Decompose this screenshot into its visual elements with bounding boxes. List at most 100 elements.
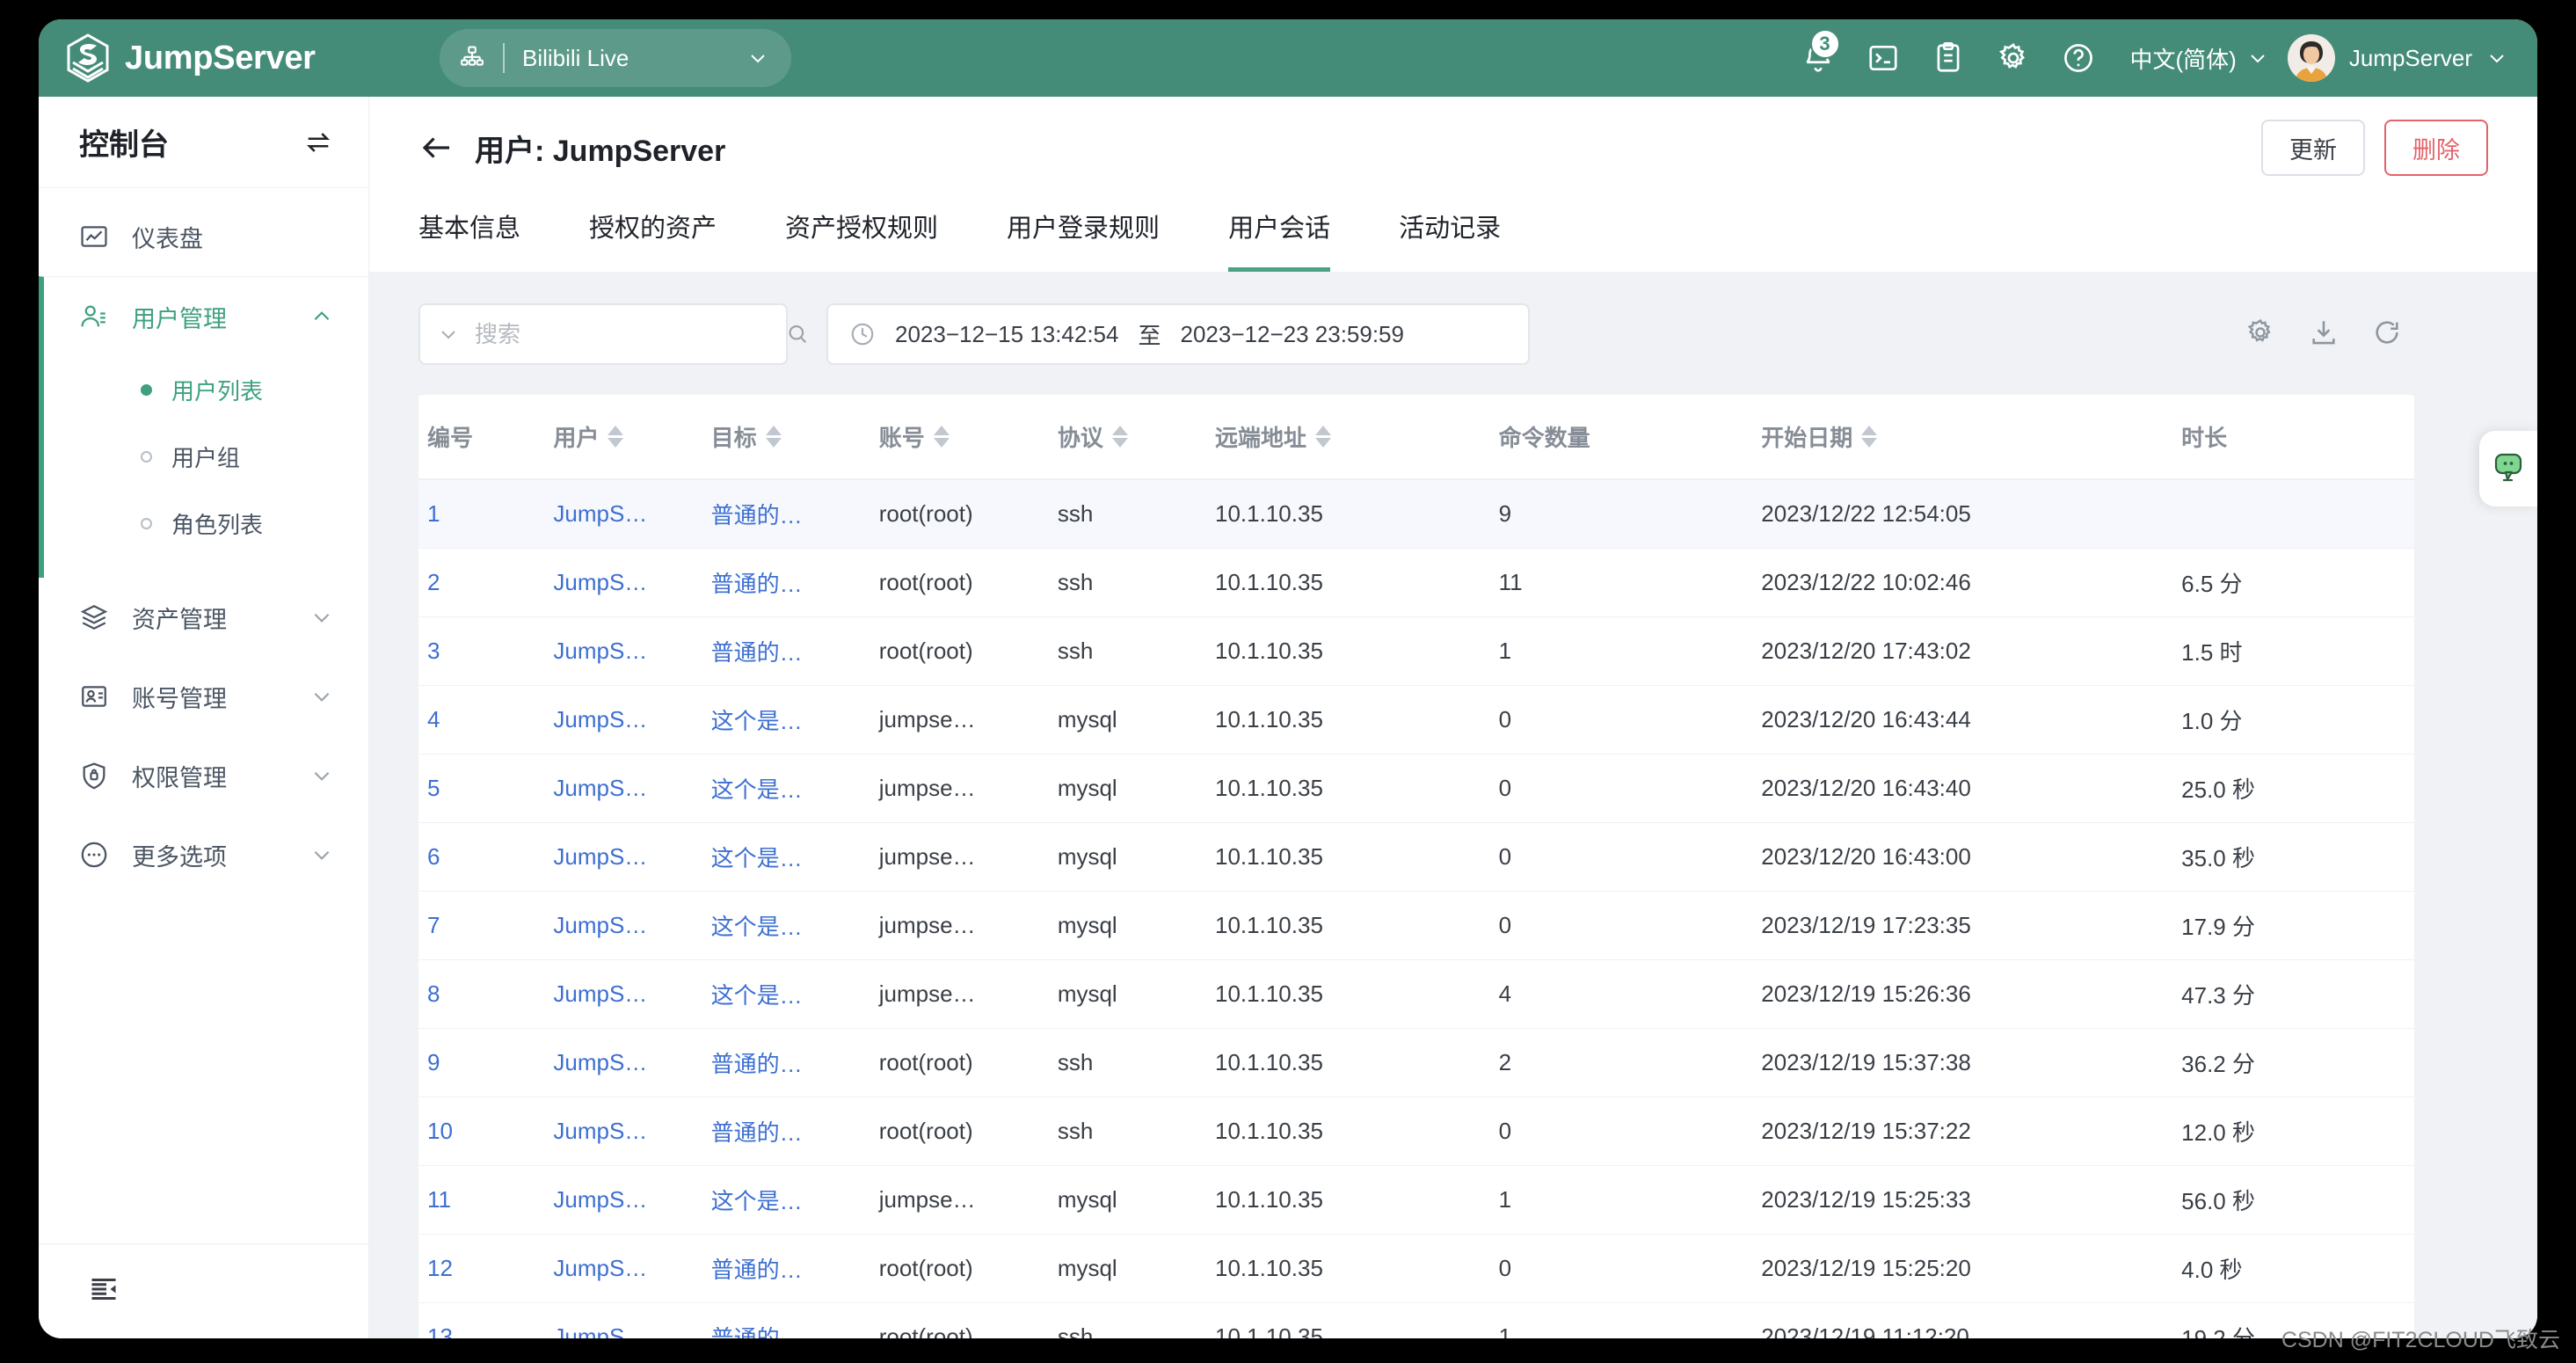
- search-input[interactable]: [475, 320, 769, 348]
- sort-icon[interactable]: [765, 426, 782, 448]
- cell-id[interactable]: 11: [418, 1165, 545, 1235]
- cell-id[interactable]: 3: [418, 616, 545, 686]
- cell-target[interactable]: 这个是…: [702, 891, 870, 960]
- cell-id[interactable]: 10: [418, 1097, 545, 1166]
- tab-user-sessions[interactable]: 用户会话: [1228, 199, 1331, 272]
- cell-target[interactable]: 普通的…: [702, 548, 870, 617]
- sidebar-item-asset-management[interactable]: 资产管理: [39, 578, 368, 657]
- cell-target[interactable]: 普通的…: [702, 1234, 870, 1303]
- cell-id[interactable]: 8: [418, 959, 545, 1029]
- cell-user[interactable]: JumpS…: [544, 548, 702, 617]
- cell-user[interactable]: JumpS…: [544, 1234, 702, 1303]
- cell-id[interactable]: 13: [418, 1302, 545, 1338]
- sort-icon[interactable]: [1861, 426, 1878, 448]
- table-row[interactable]: 9 JumpS… 普通的… root(root) ssh 10.1.10.35 2 2023/…: [418, 1028, 2414, 1097]
- language-selector[interactable]: 中文(简体): [2130, 42, 2268, 75]
- date-range-end[interactable]: 2023−12−23 23:59:59: [1181, 321, 1404, 348]
- chat-widget[interactable]: [2479, 431, 2537, 507]
- sort-icon[interactable]: [1111, 426, 1128, 448]
- cell-user[interactable]: JumpS…: [544, 685, 702, 754]
- sidebar-item-dashboard[interactable]: 仪表盘: [39, 197, 368, 276]
- cell-user[interactable]: JumpS…: [544, 1165, 702, 1235]
- table-row[interactable]: 6 JumpS… 这个是… jumpse… mysql 10.1.10.35 0 2023/1…: [418, 822, 2414, 892]
- cell-user[interactable]: JumpS…: [544, 1097, 702, 1166]
- collapse-menu-icon[interactable]: [88, 1273, 120, 1309]
- update-button[interactable]: 更新: [2261, 120, 2365, 176]
- terminal-icon[interactable]: [1851, 26, 1916, 91]
- cell-target[interactable]: 这个是…: [702, 1165, 870, 1235]
- brand[interactable]: JumpServer: [65, 33, 417, 84]
- tab-basic-info[interactable]: 基本信息: [418, 199, 520, 272]
- column-header-commands[interactable]: 命令数量: [1489, 395, 1753, 480]
- sort-icon[interactable]: [933, 426, 950, 448]
- column-header-address[interactable]: 远端地址: [1206, 395, 1490, 480]
- cell-user[interactable]: JumpS…: [544, 891, 702, 960]
- sidebar-item-user-management[interactable]: 用户管理: [44, 277, 368, 356]
- table-row[interactable]: 13 JumpS… 普通的… root(root) ssh 10.1.10.35 1 2023…: [418, 1302, 2414, 1338]
- clipboard-icon[interactable]: [1916, 26, 1981, 91]
- column-header-start-date[interactable]: 开始日期: [1752, 395, 2173, 480]
- sidebar-item-account-management[interactable]: 账号管理: [39, 657, 368, 736]
- cell-id[interactable]: 5: [418, 754, 545, 823]
- back-arrow-icon[interactable]: [418, 129, 455, 166]
- tab-authorized-assets[interactable]: 授权的资产: [589, 199, 717, 272]
- cell-target[interactable]: 普通的…: [702, 1097, 870, 1166]
- column-header-protocol[interactable]: 协议: [1048, 395, 1207, 480]
- column-header-target[interactable]: 目标: [702, 395, 870, 480]
- chevron-down-icon[interactable]: [438, 324, 459, 345]
- cell-target[interactable]: 这个是…: [702, 685, 870, 754]
- swap-icon[interactable]: [303, 128, 333, 157]
- bell-icon[interactable]: 3: [1786, 26, 1851, 91]
- date-range-start[interactable]: 2023−12−15 13:42:54: [895, 321, 1118, 348]
- table-row[interactable]: 3 JumpS… 普通的… root(root) ssh 10.1.10.35 1 2023/…: [418, 616, 2414, 686]
- tab-user-login-rules[interactable]: 用户登录规则: [1007, 199, 1160, 272]
- tab-activity-log[interactable]: 活动记录: [1399, 199, 1501, 272]
- cell-target[interactable]: 这个是…: [702, 822, 870, 892]
- cell-user[interactable]: JumpS…: [544, 822, 702, 892]
- table-row[interactable]: 8 JumpS… 这个是… jumpse… mysql 10.1.10.35 4 2023/1…: [418, 959, 2414, 1029]
- cell-user[interactable]: JumpS…: [544, 616, 702, 686]
- column-header-account[interactable]: 账号: [870, 395, 1049, 480]
- sort-icon[interactable]: [1315, 426, 1332, 448]
- table-row[interactable]: 1 JumpS… 普通的… root(root) ssh 10.1.10.35 9 2023/…: [418, 479, 2414, 549]
- sidebar-item-more-options[interactable]: 更多选项: [39, 815, 368, 894]
- search-box[interactable]: [418, 303, 807, 365]
- cell-user[interactable]: JumpS…: [544, 959, 702, 1029]
- cell-user[interactable]: JumpS…: [544, 479, 702, 549]
- column-header-user[interactable]: 用户: [544, 395, 702, 480]
- cell-id[interactable]: 1: [418, 479, 545, 549]
- cell-id[interactable]: 6: [418, 822, 545, 892]
- table-row[interactable]: 7 JumpS… 这个是… jumpse… mysql 10.1.10.35 0 2023/1…: [418, 891, 2414, 960]
- cell-id[interactable]: 4: [418, 685, 545, 754]
- table-row[interactable]: 10 JumpS… 普通的… root(root) ssh 10.1.10.35 0 2023…: [418, 1097, 2414, 1166]
- cell-id[interactable]: 9: [418, 1028, 545, 1097]
- table-row[interactable]: 12 JumpS… 普通的… root(root) mysql 10.1.10.35 0 20…: [418, 1234, 2414, 1303]
- delete-button[interactable]: 删除: [2384, 120, 2488, 176]
- tab-asset-permission-rules[interactable]: 资产授权规则: [785, 199, 938, 272]
- search-icon[interactable]: [785, 322, 810, 346]
- sidebar-item-role-list[interactable]: 角色列表: [44, 490, 368, 557]
- date-range-picker[interactable]: 2023−12−15 13:42:54 至 2023−12−23 23:59:5…: [826, 303, 1530, 365]
- cell-target[interactable]: 这个是…: [702, 754, 870, 823]
- cell-user[interactable]: JumpS…: [544, 1302, 702, 1338]
- cell-target[interactable]: 普通的…: [702, 616, 870, 686]
- cell-target[interactable]: 普通的…: [702, 1302, 870, 1338]
- sidebar-item-user-groups[interactable]: 用户组: [44, 423, 368, 490]
- table-row[interactable]: 11 JumpS… 这个是… jumpse… mysql 10.1.10.35 1 2023/…: [418, 1165, 2414, 1235]
- cell-user[interactable]: JumpS…: [544, 754, 702, 823]
- cell-user[interactable]: JumpS…: [544, 1028, 702, 1097]
- table-row[interactable]: 2 JumpS… 普通的… root(root) ssh 10.1.10.35 11 2023…: [418, 548, 2414, 617]
- sidebar-item-user-list[interactable]: 用户列表: [44, 356, 368, 423]
- user-menu[interactable]: JumpServer: [2287, 34, 2507, 82]
- refresh-icon[interactable]: [2372, 317, 2402, 352]
- cell-id[interactable]: 2: [418, 548, 545, 617]
- org-selector[interactable]: Bilibili Live: [440, 29, 791, 87]
- table-row[interactable]: 5 JumpS… 这个是… jumpse… mysql 10.1.10.35 0 2023/1…: [418, 754, 2414, 823]
- gear-icon[interactable]: [1981, 26, 2046, 91]
- sidebar-item-permission-management[interactable]: 权限管理: [39, 736, 368, 815]
- cell-id[interactable]: 12: [418, 1234, 545, 1303]
- cell-id[interactable]: 7: [418, 891, 545, 960]
- table-row[interactable]: 4 JumpS… 这个是… jumpse… mysql 10.1.10.35 0 2023/1…: [418, 685, 2414, 754]
- cell-target[interactable]: 普通的…: [702, 1028, 870, 1097]
- cell-target[interactable]: 这个是…: [702, 959, 870, 1029]
